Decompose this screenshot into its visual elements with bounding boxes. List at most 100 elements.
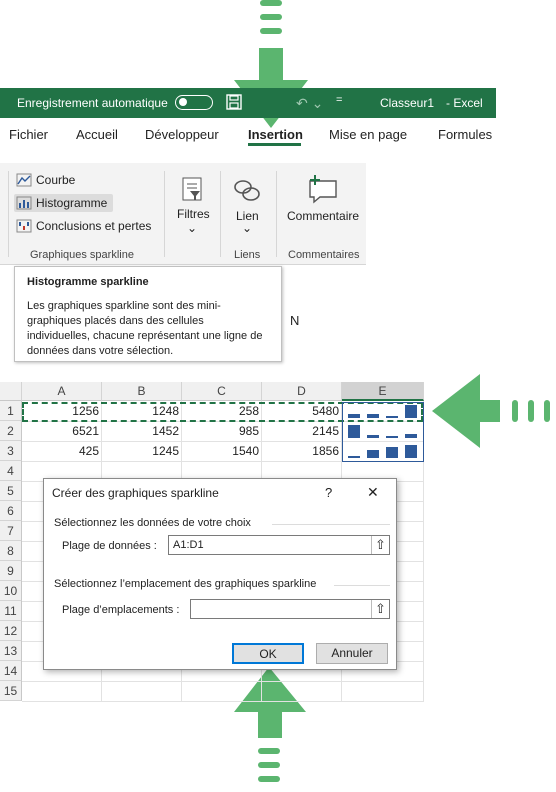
table-cell[interactable]: 1245 — [102, 441, 181, 461]
row-header[interactable]: 10 — [0, 581, 22, 601]
location-range-input[interactable]: ⇧ — [190, 599, 390, 619]
tab-insertion[interactable]: Insertion — [248, 127, 303, 142]
column-header-n: N — [290, 313, 300, 328]
sparkline-bar — [367, 435, 379, 438]
sparkline-area — [348, 405, 417, 458]
sparkline-line-label: Courbe — [36, 173, 76, 187]
sparkline-column-button[interactable]: Histogramme — [14, 194, 114, 212]
column-header-d[interactable]: D — [262, 382, 342, 401]
save-icon[interactable] — [226, 94, 242, 110]
comment-icon[interactable] — [306, 173, 340, 205]
data-range-label: Plage de données : — [62, 540, 157, 552]
group-separator — [164, 171, 165, 257]
tab-fichier[interactable]: Fichier — [9, 127, 48, 142]
link-chevron-icon[interactable]: ⌄ — [242, 221, 252, 235]
tooltip-title: Histogramme sparkline — [27, 276, 149, 288]
autosave-label: Enregistrement automatique — [17, 96, 168, 110]
row-header[interactable]: 13 — [0, 641, 22, 661]
table-cell[interactable]: 6521 — [22, 421, 101, 441]
customize-toolbar-icon[interactable]: = — [336, 94, 342, 106]
range-picker-icon[interactable]: ⇧ — [371, 536, 389, 554]
ok-button[interactable]: OK — [232, 643, 304, 664]
group-separator — [220, 171, 221, 257]
row-header[interactable]: 14 — [0, 661, 22, 681]
column-header-c[interactable]: C — [182, 382, 262, 401]
arrow-dash — [260, 0, 282, 6]
table-cell[interactable]: 1452 — [102, 421, 181, 441]
title-bar: Enregistrement automatique ↶ ⌄ = Classeu… — [0, 88, 496, 118]
undo-icon[interactable]: ↶ ⌄ — [296, 95, 323, 112]
tab-developpeur[interactable]: Développeur — [145, 127, 219, 142]
row-header[interactable]: 3 — [0, 441, 22, 461]
data-range-value: A1:D1 — [173, 539, 204, 551]
section-divider — [334, 585, 390, 586]
table-cell[interactable]: 2145 — [262, 421, 341, 441]
tab-mise-en-page[interactable]: Mise en page — [329, 127, 407, 142]
group-separator — [8, 171, 9, 257]
arrow-dash — [258, 762, 280, 768]
table-cell[interactable]: 985 — [182, 421, 261, 441]
row-header[interactable]: 8 — [0, 541, 22, 561]
row-header[interactable]: 15 — [0, 681, 22, 701]
sparkline-bar — [386, 416, 398, 418]
arrow-dash — [258, 776, 280, 782]
data-section-label: Sélectionnez les données de votre choix — [54, 517, 251, 529]
sparkline-bar — [348, 414, 360, 418]
select-all-corner[interactable] — [0, 382, 22, 401]
help-icon[interactable]: ? — [325, 485, 332, 500]
table-cell[interactable]: 1540 — [182, 441, 261, 461]
arrow-dash — [258, 748, 280, 754]
group-separator — [276, 171, 277, 257]
sparkline-bar — [386, 436, 398, 438]
tab-formules[interactable]: Formules — [438, 127, 492, 142]
row-header[interactable]: 6 — [0, 501, 22, 521]
histogram-tooltip: Histogramme sparkline Les graphiques spa… — [14, 266, 282, 362]
sparkline-bar — [405, 405, 417, 418]
row-header[interactable]: 12 — [0, 621, 22, 641]
arrow-dash — [260, 28, 282, 34]
close-icon[interactable]: ✕ — [367, 484, 379, 501]
sparkline-bar — [367, 414, 379, 418]
column-header-a[interactable]: A — [22, 382, 102, 401]
sparkline-winloss-button[interactable]: Conclusions et pertes — [16, 219, 151, 233]
column-header-e[interactable]: E — [342, 382, 424, 401]
row-header[interactable]: 11 — [0, 601, 22, 621]
row-header[interactable]: 9 — [0, 561, 22, 581]
row-header[interactable]: 5 — [0, 481, 22, 501]
section-divider — [272, 524, 390, 525]
arrow-dash — [260, 14, 282, 20]
sparkline-bar — [348, 425, 360, 438]
filters-label: Filtres — [177, 207, 210, 221]
table-cell[interactable]: 1856 — [262, 441, 341, 461]
column-header-b[interactable]: B — [102, 382, 182, 401]
create-sparklines-dialog: Créer des graphiques sparkline ? ✕ Sélec… — [43, 478, 397, 670]
row-header[interactable]: 7 — [0, 521, 22, 541]
row-header[interactable]: 1 — [0, 401, 22, 421]
group-label-comments: Commentaires — [288, 249, 360, 261]
sparkline-line-button[interactable]: Courbe — [16, 173, 75, 187]
cancel-button[interactable]: Annuler — [316, 643, 388, 664]
filters-icon[interactable] — [180, 175, 206, 205]
link-icon[interactable] — [232, 175, 262, 205]
range-picker-icon[interactable]: ⇧ — [371, 600, 389, 618]
data-range-input[interactable]: A1:D1 ⇧ — [168, 535, 390, 555]
grid-line — [22, 701, 424, 702]
autosave-toggle[interactable] — [175, 95, 213, 110]
arrow-dash — [512, 400, 518, 422]
row-header[interactable]: 2 — [0, 421, 22, 441]
group-label-sparklines: Graphiques sparkline — [30, 249, 134, 261]
ribbon-panel: Courbe Histogramme Conclusions et pertes… — [0, 163, 366, 265]
row-header[interactable]: 4 — [0, 461, 22, 481]
sparkline-bar — [348, 456, 360, 458]
arrow-dash — [544, 400, 550, 422]
dialog-title: Créer des graphiques sparkline — [52, 486, 219, 500]
winloss-sparkline-icon — [16, 219, 32, 233]
group-label-links: Liens — [234, 249, 261, 261]
tab-accueil[interactable]: Accueil — [76, 127, 118, 142]
comment-label: Commentaire — [287, 209, 360, 223]
grid-line — [22, 681, 424, 682]
sparkline-bar — [405, 434, 417, 438]
sparkline-bar — [405, 445, 417, 458]
table-cell[interactable]: 425 — [22, 441, 101, 461]
filters-chevron-icon[interactable]: ⌄ — [187, 221, 197, 235]
